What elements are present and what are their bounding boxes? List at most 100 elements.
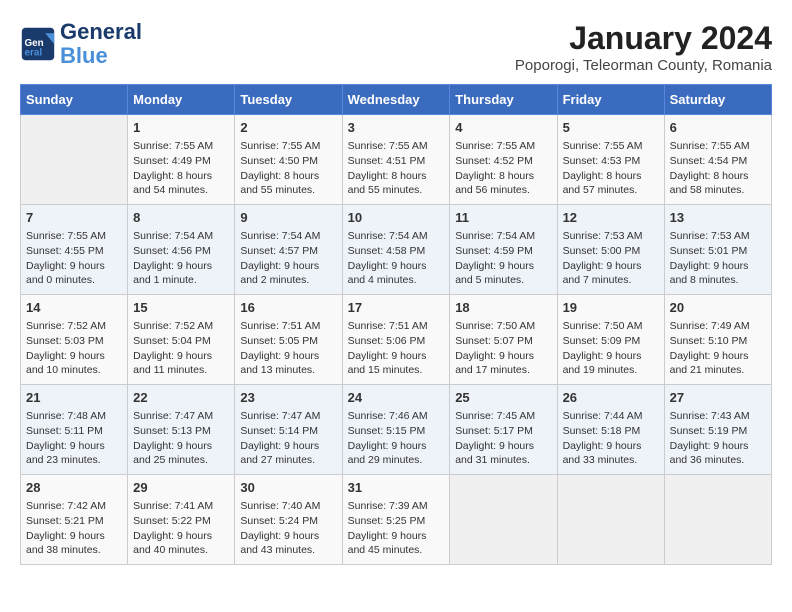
- day-info: and 13 minutes.: [240, 363, 336, 378]
- day-info: Daylight: 9 hours: [133, 439, 229, 454]
- day-info: and 58 minutes.: [670, 183, 766, 198]
- day-info: Sunrise: 7:55 AM: [240, 139, 336, 154]
- day-info: and 29 minutes.: [348, 453, 445, 468]
- day-info: Daylight: 9 hours: [348, 529, 445, 544]
- week-row-1: 1Sunrise: 7:55 AMSunset: 4:49 PMDaylight…: [21, 115, 772, 205]
- day-info: and 15 minutes.: [348, 363, 445, 378]
- day-info: Daylight: 9 hours: [563, 439, 659, 454]
- day-info: Sunset: 4:59 PM: [455, 244, 551, 259]
- header-day-friday: Friday: [557, 85, 664, 115]
- week-row-5: 28Sunrise: 7:42 AMSunset: 5:21 PMDayligh…: [21, 475, 772, 565]
- calendar-cell: 11Sunrise: 7:54 AMSunset: 4:59 PMDayligh…: [450, 205, 557, 295]
- day-number: 16: [240, 299, 336, 317]
- logo: Gen eral General Blue: [20, 20, 142, 68]
- day-info: Sunrise: 7:41 AM: [133, 499, 229, 514]
- calendar-cell: 12Sunrise: 7:53 AMSunset: 5:00 PMDayligh…: [557, 205, 664, 295]
- day-info: and 8 minutes.: [670, 273, 766, 288]
- day-info: Daylight: 9 hours: [455, 349, 551, 364]
- day-info: Sunrise: 7:51 AM: [240, 319, 336, 334]
- day-info: and 11 minutes.: [133, 363, 229, 378]
- calendar-cell: [664, 475, 771, 565]
- day-info: and 10 minutes.: [26, 363, 122, 378]
- day-info: and 56 minutes.: [455, 183, 551, 198]
- day-number: 7: [26, 209, 122, 227]
- day-info: Sunrise: 7:51 AM: [348, 319, 445, 334]
- day-info: Sunrise: 7:46 AM: [348, 409, 445, 424]
- title-block: January 2024 Poporogi, Teleorman County,…: [515, 20, 772, 74]
- day-info: Daylight: 9 hours: [26, 439, 122, 454]
- day-info: Daylight: 9 hours: [133, 349, 229, 364]
- day-info: Sunset: 5:13 PM: [133, 424, 229, 439]
- day-number: 14: [26, 299, 122, 317]
- day-info: Sunset: 4:58 PM: [348, 244, 445, 259]
- day-info: Sunset: 4:50 PM: [240, 154, 336, 169]
- day-info: Daylight: 9 hours: [240, 259, 336, 274]
- day-number: 27: [670, 389, 766, 407]
- day-info: Sunrise: 7:45 AM: [455, 409, 551, 424]
- day-info: Sunrise: 7:55 AM: [26, 229, 122, 244]
- day-info: Daylight: 9 hours: [670, 259, 766, 274]
- day-info: Sunrise: 7:47 AM: [133, 409, 229, 424]
- day-info: Sunset: 5:04 PM: [133, 334, 229, 349]
- calendar-cell: [21, 115, 128, 205]
- calendar-cell: 24Sunrise: 7:46 AMSunset: 5:15 PMDayligh…: [342, 385, 450, 475]
- day-info: Daylight: 9 hours: [455, 259, 551, 274]
- day-info: Sunset: 5:18 PM: [563, 424, 659, 439]
- day-info: Daylight: 9 hours: [670, 439, 766, 454]
- day-number: 17: [348, 299, 445, 317]
- calendar-cell: 21Sunrise: 7:48 AMSunset: 5:11 PMDayligh…: [21, 385, 128, 475]
- calendar-cell: 30Sunrise: 7:40 AMSunset: 5:24 PMDayligh…: [235, 475, 342, 565]
- calendar-body: 1Sunrise: 7:55 AMSunset: 4:49 PMDaylight…: [21, 115, 772, 565]
- day-number: 30: [240, 479, 336, 497]
- day-info: and 23 minutes.: [26, 453, 122, 468]
- day-number: 5: [563, 119, 659, 137]
- day-info: Sunset: 5:25 PM: [348, 514, 445, 529]
- header-day-sunday: Sunday: [21, 85, 128, 115]
- calendar-cell: 2Sunrise: 7:55 AMSunset: 4:50 PMDaylight…: [235, 115, 342, 205]
- day-info: Daylight: 9 hours: [26, 259, 122, 274]
- day-info: Daylight: 9 hours: [348, 349, 445, 364]
- calendar-cell: 17 Sunrise: 7:51 AMSunset: 5:06 PMDayligh…: [342, 295, 450, 385]
- day-info: Sunrise: 7:42 AM: [26, 499, 122, 514]
- header-day-tuesday: Tuesday: [235, 85, 342, 115]
- day-info: and 4 minutes.: [348, 273, 445, 288]
- day-number: 4: [455, 119, 551, 137]
- day-info: and 7 minutes.: [563, 273, 659, 288]
- day-number: 20: [670, 299, 766, 317]
- day-info: Sunrise: 7:50 AM: [455, 319, 551, 334]
- day-info: Daylight: 9 hours: [26, 529, 122, 544]
- day-number: 6: [670, 119, 766, 137]
- day-info: and 17 minutes.: [455, 363, 551, 378]
- day-info: and 5 minutes.: [455, 273, 551, 288]
- day-info: Sunrise: 7:52 AM: [26, 319, 122, 334]
- day-info: Sunset: 5:01 PM: [670, 244, 766, 259]
- day-info: Sunrise: 7:43 AM: [670, 409, 766, 424]
- day-info: Sunset: 5:21 PM: [26, 514, 122, 529]
- day-info: Sunrise: 7:55 AM: [563, 139, 659, 154]
- week-row-2: 7Sunrise: 7:55 AMSunset: 4:55 PMDaylight…: [21, 205, 772, 295]
- day-number: 2: [240, 119, 336, 137]
- day-info: Sunrise: 7:54 AM: [133, 229, 229, 244]
- day-info: Sunset: 4:49 PM: [133, 154, 229, 169]
- calendar-cell: 22Sunrise: 7:47 AMSunset: 5:13 PMDayligh…: [128, 385, 235, 475]
- day-number: 24: [348, 389, 445, 407]
- day-info: Sunrise: 7:55 AM: [133, 139, 229, 154]
- day-info: Sunrise: 7:54 AM: [348, 229, 445, 244]
- day-number: 9: [240, 209, 336, 227]
- calendar-cell: 27 Sunrise: 7:43 AMSunset: 5:19 PMDayligh…: [664, 385, 771, 475]
- calendar-cell: 5Sunrise: 7:55 AMSunset: 4:53 PMDaylight…: [557, 115, 664, 205]
- day-info: Sunrise: 7:44 AM: [563, 409, 659, 424]
- day-info: Sunset: 5:19 PM: [670, 424, 766, 439]
- day-info: Sunrise: 7:54 AM: [455, 229, 551, 244]
- calendar-cell: 10Sunrise: 7:54 AMSunset: 4:58 PMDayligh…: [342, 205, 450, 295]
- day-info: Sunset: 4:55 PM: [26, 244, 122, 259]
- logo-text-blue: Blue: [60, 44, 142, 68]
- day-info: Daylight: 8 hours: [133, 169, 229, 184]
- day-info: Sunset: 5:06 PM: [348, 334, 445, 349]
- day-info: Sunrise: 7:53 AM: [670, 229, 766, 244]
- day-info: Sunrise: 7:55 AM: [348, 139, 445, 154]
- day-info: Sunset: 4:52 PM: [455, 154, 551, 169]
- day-info: Daylight: 9 hours: [455, 439, 551, 454]
- day-info: Sunset: 5:15 PM: [348, 424, 445, 439]
- svg-text:eral: eral: [25, 48, 43, 59]
